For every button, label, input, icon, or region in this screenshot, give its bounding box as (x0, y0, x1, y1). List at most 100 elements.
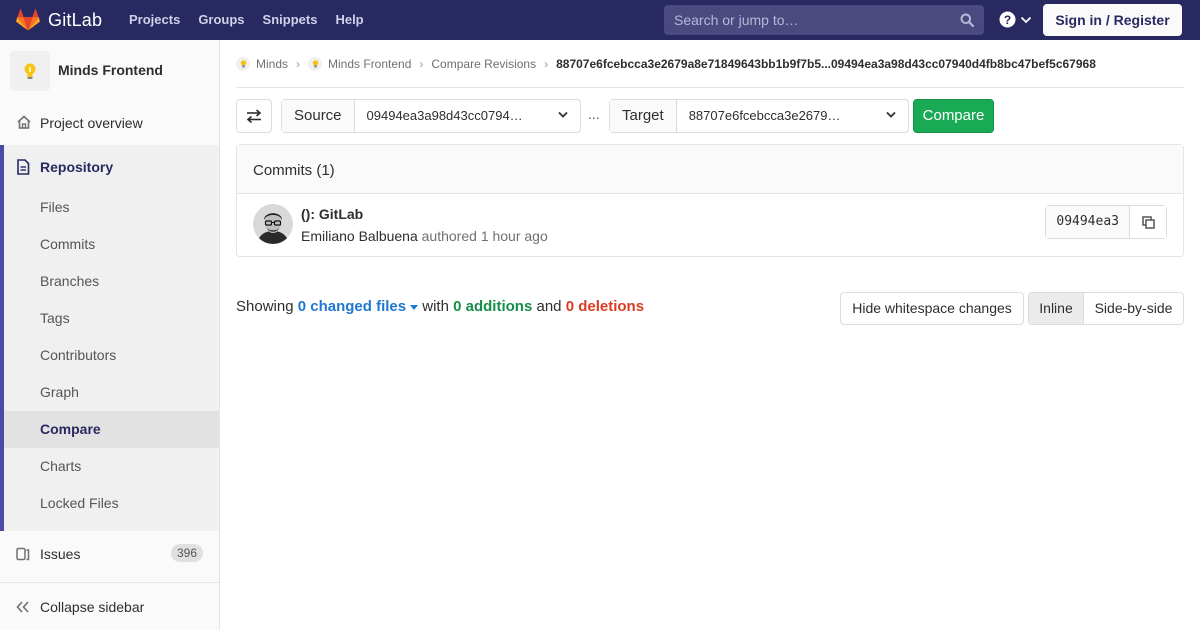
sign-in-register-button[interactable]: Sign in / Register (1043, 4, 1182, 36)
sidebar-item-issues[interactable]: Issues 396 (0, 534, 219, 574)
breadcrumb-separator-icon: › (544, 56, 549, 71)
target-revision-dropdown[interactable]: 88707e6fcebcca3e2679… (677, 100, 908, 132)
changed-files-dropdown[interactable]: 0 changed files (297, 298, 419, 315)
sidebar-item-label: Branches (40, 273, 100, 289)
search-input[interactable] (664, 5, 984, 35)
compare-button[interactable]: Compare (913, 99, 994, 133)
issues-count-badge: 396 (170, 544, 203, 562)
changed-files-label: 0 changed files (297, 298, 407, 315)
lightbulb-icon (24, 63, 36, 79)
caret-down-icon (410, 304, 419, 310)
sidebar-item-branches[interactable]: Branches (4, 263, 219, 300)
sidebar-project-header[interactable]: Minds Frontend (0, 40, 219, 100)
chevron-down-icon (1020, 16, 1032, 23)
commit-meta: Emiliano Balbuena authored 1 hour ago (301, 228, 548, 244)
sidebar-item-commits[interactable]: Commits (4, 226, 219, 263)
sidebar-item-locked-files[interactable]: Locked Files (4, 485, 219, 522)
sidebar-section-repository: Repository Files Commits Branches Tags C… (0, 145, 219, 531)
lightbulb-icon (312, 59, 318, 67)
avatar[interactable] (253, 204, 293, 244)
sidebar-item-label: Graph (40, 384, 79, 400)
project-avatar (10, 51, 50, 91)
swap-revisions-button[interactable] (236, 99, 272, 133)
sidebar-item-compare[interactable]: Compare (4, 411, 219, 448)
author-avatar-image (253, 204, 293, 244)
sidebar-item-label: Repository (40, 159, 114, 175)
target-revision-value: 88707e6fcebcca3e2679… (688, 108, 841, 123)
svg-text:?: ? (1004, 13, 1011, 27)
sidebar-item-contributors[interactable]: Contributors (4, 337, 219, 374)
source-label: Source (282, 100, 355, 132)
source-revision-value: 09494ea3a98d43cc0794… (366, 108, 523, 123)
nav-groups[interactable]: Groups (189, 0, 253, 40)
brand-name: GitLab (48, 9, 103, 30)
group-avatar (236, 56, 250, 71)
target-label: Target (610, 100, 677, 132)
project-name: Minds Frontend (58, 62, 163, 78)
swap-arrows-icon (246, 109, 262, 123)
main-nav: Projects Groups Snippets Help (120, 0, 373, 40)
help-dropdown[interactable]: ? (999, 11, 1032, 28)
home-icon (17, 115, 31, 129)
project-sidebar: Minds Frontend Project overview Reposito… (0, 40, 220, 630)
target-revision-group: Target 88707e6fcebcca3e2679… (609, 99, 909, 133)
commits-count-title: Commits (1) (253, 162, 335, 179)
breadcrumb-current-range[interactable]: 88707e6fcebcca3e2679a8e71849643bb1b9f7b5… (556, 57, 1096, 71)
breadcrumb-minds-frontend[interactable]: Minds Frontend (308, 56, 412, 71)
commits-header: Commits (1) (237, 145, 1183, 194)
gitlab-logo[interactable]: GitLab (16, 8, 102, 32)
chevron-down-icon (558, 111, 568, 118)
commits-panel: Commits (1) (): GitLab Emiliano Balbuena… (236, 144, 1184, 257)
sidebar-item-label: Compare (40, 421, 101, 437)
sidebar-item-graph[interactable]: Graph (4, 374, 219, 411)
sidebar-item-label: Charts (40, 458, 82, 474)
document-icon (17, 159, 30, 175)
commit-title-link[interactable]: (): GitLab (301, 206, 363, 222)
sidebar-item-repository[interactable]: Repository (4, 145, 219, 189)
lightbulb-icon (240, 59, 246, 67)
collapse-sidebar-button[interactable]: Collapse sidebar (0, 582, 219, 630)
gitlab-tanuki-icon (16, 9, 40, 31)
sidebar-item-label: Commits (40, 236, 96, 252)
search-icon (960, 13, 974, 27)
summary-with: with (422, 298, 449, 315)
sidebar-item-charts[interactable]: Charts (4, 448, 219, 485)
copy-icon (1141, 215, 1155, 229)
sidebar-item-files[interactable]: Files (4, 189, 219, 226)
commit-sha-link[interactable]: 09494ea3 (1046, 206, 1130, 238)
breadcrumb-minds[interactable]: Minds (236, 56, 288, 71)
search-box (664, 5, 984, 35)
inline-view-button[interactable]: Inline (1029, 293, 1084, 324)
diff-summary: Showing 0 changed files with 0 additions… (236, 298, 644, 315)
nav-snippets[interactable]: Snippets (254, 0, 327, 40)
sidebar-item-label: Locked Files (40, 495, 119, 511)
sidebar-item-label: Project overview (40, 115, 143, 131)
diff-view-toggle: Inline Side-by-side (1028, 292, 1184, 325)
list-item: (): GitLab Emiliano Balbuena authored 1 … (237, 194, 1183, 256)
sidebar-item-label: Contributors (40, 347, 117, 363)
hide-whitespace-button[interactable]: Hide whitespace changes (840, 292, 1024, 325)
summary-showing: Showing (236, 298, 294, 315)
nav-help[interactable]: Help (326, 0, 372, 40)
issues-icon (16, 547, 30, 561)
breadcrumb-separator-icon: › (296, 56, 301, 71)
breadcrumb: Minds › Minds Frontend › Compare Revisio… (236, 40, 1184, 88)
question-circle-icon: ? (999, 11, 1016, 28)
side-by-side-view-button[interactable]: Side-by-side (1084, 293, 1183, 324)
breadcrumb-label: Minds Frontend (328, 56, 412, 71)
breadcrumb-compare-revisions[interactable]: Compare Revisions (431, 57, 536, 71)
deletions-count: 0 deletions (565, 298, 645, 315)
commit-sha-group: 09494ea3 (1045, 205, 1167, 239)
collapse-sidebar-label: Collapse sidebar (40, 599, 145, 615)
source-revision-group: Source 09494ea3a98d43cc0794… (281, 99, 581, 133)
sidebar-item-label: Files (40, 199, 70, 215)
copy-sha-button[interactable] (1130, 206, 1166, 238)
commit-time: 1 hour ago (480, 228, 548, 244)
top-navbar: GitLab Projects Groups Snippets Help ? S… (0, 0, 1200, 40)
sidebar-item-project-overview[interactable]: Project overview (0, 102, 219, 142)
nav-projects[interactable]: Projects (120, 0, 189, 40)
source-revision-dropdown[interactable]: 09494ea3a98d43cc0794… (355, 100, 580, 132)
breadcrumb-separator-icon: › (419, 56, 424, 71)
sidebar-item-tags[interactable]: Tags (4, 300, 219, 337)
commit-author-link[interactable]: Emiliano Balbuena (301, 228, 418, 244)
